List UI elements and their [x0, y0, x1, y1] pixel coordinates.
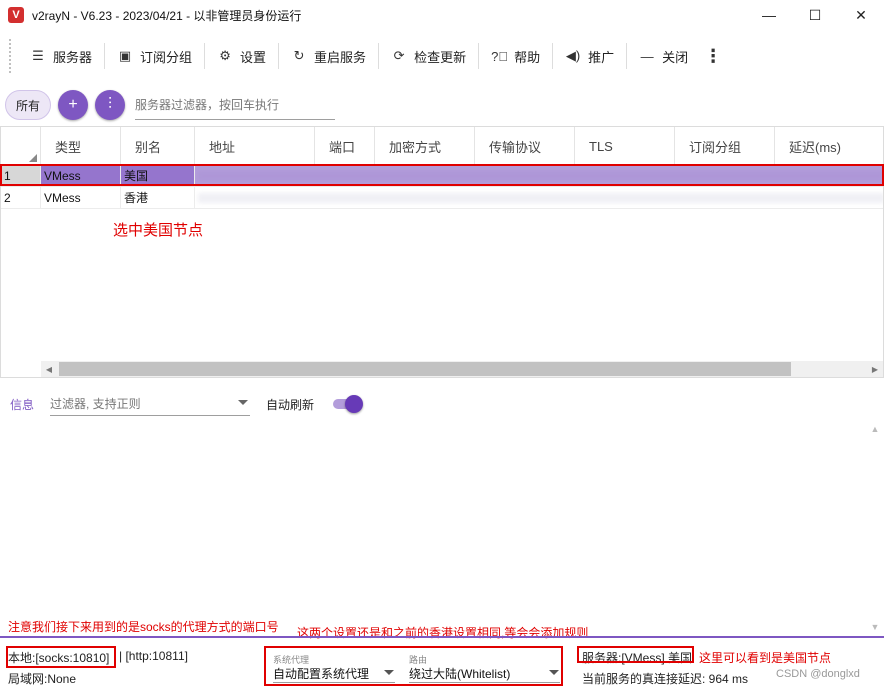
update-icon: ⟳: [393, 48, 405, 63]
group-all-chip[interactable]: 所有: [5, 90, 52, 120]
current-latency: 当前服务的真连接延迟: 964 ms: [582, 672, 749, 686]
plus-icon: +: [68, 96, 78, 113]
select-all-corner[interactable]: [1, 127, 41, 165]
title-bar: V v2rayN - V6.23 - 2023/04/21 - 以非管理员身份运…: [0, 0, 884, 30]
log-filter-placeholder: 过滤器, 支持正则: [50, 397, 141, 411]
help-label: 帮助: [514, 49, 541, 65]
v2rayn-logo-icon: V: [8, 7, 24, 23]
log-filter-combobox[interactable]: 过滤器, 支持正则: [50, 392, 250, 416]
close-window-button[interactable]: ✕: [838, 0, 884, 30]
gear-icon: ⚙: [219, 48, 231, 63]
log-output-area[interactable]: [0, 420, 884, 634]
log-vertical-scrollbar[interactable]: ▲ ▼: [868, 422, 882, 634]
window-controls: — ☐ ✕: [746, 0, 884, 30]
columns-icon: ⫶: [108, 96, 113, 113]
column-header-port[interactable]: 端口: [315, 127, 375, 165]
settings-menu-label: 设置: [240, 49, 267, 65]
restart-service-label: 重启服务: [314, 49, 367, 65]
row-type: VMess: [41, 187, 121, 209]
subscription-menu-button[interactable]: ▣ 订阅分组: [105, 38, 204, 74]
more-options-icon[interactable]: ⋮: [700, 46, 726, 67]
row-index: 2: [1, 187, 41, 209]
server-filter-bar: 所有 + ⫶: [0, 86, 884, 124]
auto-refresh-label: 自动刷新: [266, 398, 315, 412]
close-app-button[interactable]: — 关闭: [627, 38, 700, 74]
auto-refresh-toggle[interactable]: [333, 395, 363, 413]
close-app-label: 关闭: [662, 49, 689, 65]
check-update-label: 检查更新: [414, 49, 467, 65]
scroll-right-icon[interactable]: ▶: [867, 361, 883, 377]
log-tab-info[interactable]: 信息: [10, 396, 34, 413]
horizontal-scrollbar[interactable]: ◀ ▶: [41, 361, 883, 377]
table-header: 类型 别名 地址 端口 加密方式 传输协议 TLS 订阅分组 延迟(ms): [1, 127, 883, 165]
maximize-button[interactable]: ☐: [792, 0, 838, 30]
column-header-security[interactable]: 加密方式: [375, 127, 475, 165]
row-blurred-details: [195, 187, 883, 209]
scroll-up-icon[interactable]: ▲: [868, 422, 882, 436]
help-icon: ?⃝: [491, 48, 509, 64]
csdn-watermark: CSDN @donglxd: [776, 668, 860, 680]
servers-menu-label: 服务器: [53, 49, 93, 65]
column-header-subscription[interactable]: 订阅分组: [675, 127, 775, 165]
sort-corner-icon: [29, 154, 37, 162]
annotation-server-box: [577, 646, 694, 663]
annotation-select-us: 选中美国节点: [113, 222, 204, 239]
table-row[interactable]: 2 VMess 香港: [1, 187, 883, 209]
minus-icon: —: [640, 48, 654, 64]
toolbar-grip-icon[interactable]: [8, 38, 12, 74]
promotion-button[interactable]: ◀) 推广: [553, 38, 626, 74]
column-header-address[interactable]: 地址: [195, 127, 315, 165]
promotion-label: 推广: [588, 49, 615, 65]
subscription-menu-label: 订阅分组: [140, 49, 193, 65]
add-group-button[interactable]: +: [58, 90, 89, 120]
restart-icon: ↻: [293, 48, 305, 63]
log-toolbar: 信息 过滤器, 支持正则 自动刷新: [0, 390, 884, 418]
minimize-button[interactable]: —: [746, 0, 792, 30]
column-header-type[interactable]: 类型: [41, 127, 121, 165]
annotation-server-note: 这里可以看到是美国节点: [699, 651, 832, 665]
scroll-left-icon[interactable]: ◀: [41, 361, 57, 377]
row-alias: 香港: [121, 187, 195, 209]
annotation-socks-note: 注意我们接下来用到的是socks的代理方式的端口号: [8, 620, 279, 634]
speaker-icon: ◀): [565, 48, 581, 63]
column-header-network[interactable]: 传输协议: [475, 127, 575, 165]
scrollbar-thumb[interactable]: [59, 362, 791, 376]
subscription-icon: ▣: [118, 48, 132, 63]
local-http-port: | [http:10811]: [119, 649, 188, 663]
server-filter-field[interactable]: [135, 90, 336, 120]
annotation-selected-row-box: [0, 164, 884, 186]
edit-group-button[interactable]: ⫶: [95, 90, 126, 120]
annotation-socks-port-box: [6, 646, 116, 668]
column-header-tls[interactable]: TLS: [575, 127, 675, 165]
scroll-down-icon[interactable]: ▼: [868, 620, 882, 634]
servers-menu-button[interactable]: ☰ 服务器: [18, 38, 104, 74]
annotation-settings-box: [264, 646, 563, 686]
settings-menu-button[interactable]: ⚙ 设置: [205, 38, 278, 74]
window-title: v2rayN - V6.23 - 2023/04/21 - 以非管理员身份运行: [32, 8, 302, 23]
help-button[interactable]: ?⃝ 帮助: [479, 38, 552, 74]
column-header-alias[interactable]: 别名: [121, 127, 195, 165]
main-toolbar: ☰ 服务器 ▣ 订阅分组 ⚙ 设置 ↻ 重启服务 ⟳ 检查更新 ?⃝ 帮助 ◀)…: [0, 34, 884, 78]
server-filter-input[interactable]: [135, 97, 336, 112]
toggle-knob: [345, 395, 363, 413]
server-icon: ☰: [32, 48, 44, 63]
lan-status: 局域网:None: [8, 672, 77, 686]
chevron-down-icon: [238, 400, 248, 405]
column-header-latency[interactable]: 延迟(ms): [775, 127, 883, 165]
restart-service-button[interactable]: ↻ 重启服务: [279, 38, 378, 74]
blurred-content: [198, 192, 883, 203]
check-update-button[interactable]: ⟳ 检查更新: [379, 38, 478, 74]
